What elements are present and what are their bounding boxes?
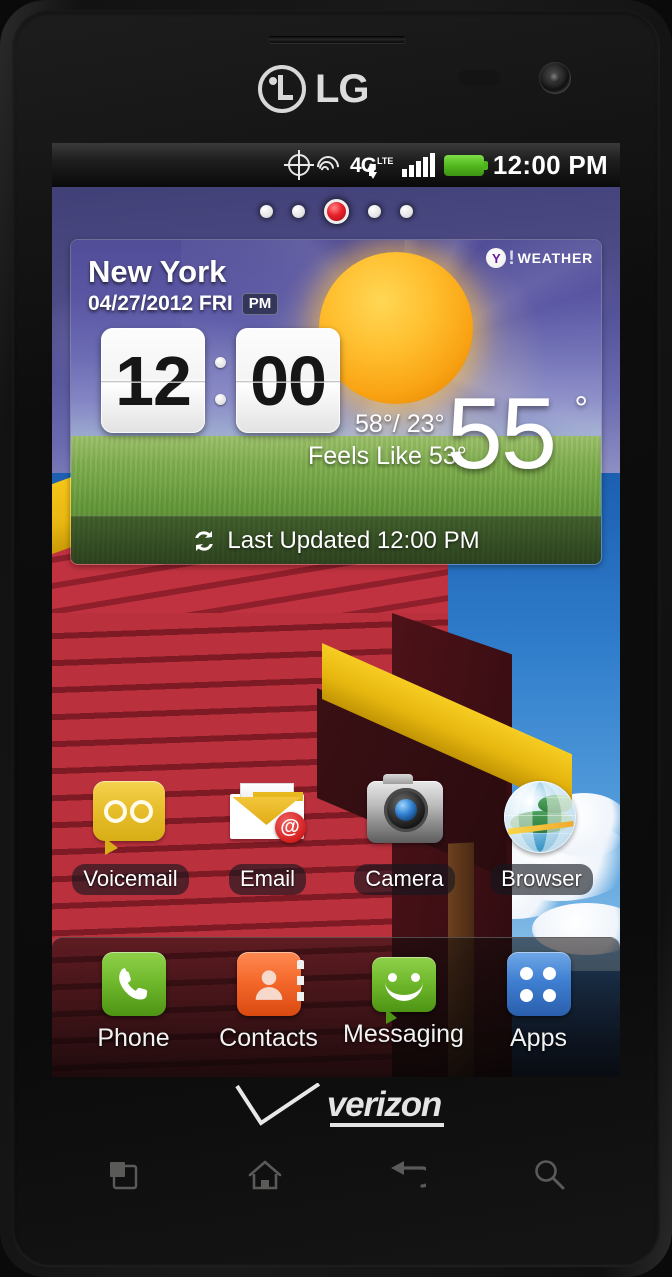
weather-last-updated-bar[interactable]: Last Updated 12:00 PM (71, 516, 601, 564)
gps-icon (284, 150, 315, 180)
lg-wordmark: LG (315, 67, 370, 111)
yahoo-logo-icon: Y (486, 248, 507, 268)
weather-feels-like: Feels Like 53° (308, 442, 467, 470)
network-4g-lte-icon: 4G LTE (350, 155, 394, 179)
weather-last-updated-text: Last Updated 12:00 PM (227, 526, 480, 554)
verizon-logo: verizon (0, 1082, 672, 1127)
network-lte-label: LTE (377, 156, 394, 167)
page-indicator[interactable] (52, 199, 620, 224)
front-camera-icon (539, 62, 571, 94)
phone-icon[interactable] (101, 952, 166, 1016)
weather-provider-badge: Y ! WEATHER (486, 248, 593, 268)
contacts-icon[interactable] (236, 952, 304, 1016)
flip-clock-minutes-value: 00 (250, 341, 327, 420)
status-bar-time: 12:00 PM (492, 149, 608, 180)
weather-date-row: 04/27/2012 FRI PM (88, 292, 279, 316)
dock-item-messaging[interactable]: Messaging (343, 956, 465, 1049)
app-voicemail[interactable]: Voicemail (72, 781, 190, 895)
page-dot-4[interactable] (367, 205, 381, 218)
camera-icon[interactable] (366, 774, 443, 857)
wifi-icon (312, 151, 344, 183)
at-symbol-icon: @ (274, 812, 306, 843)
phone-screen[interactable]: 4G LTE 12:00 PM Y ! WEATHER New York 04/… (52, 143, 620, 1077)
lg-mark-icon (258, 65, 306, 113)
app-browser[interactable]: Browser (483, 781, 601, 895)
dock-item-contacts[interactable]: Contacts (208, 952, 330, 1053)
navigation-bar (52, 1143, 620, 1207)
earpiece-speaker-icon (268, 36, 406, 43)
app-label-camera: Camera (354, 864, 455, 895)
refresh-icon[interactable] (192, 529, 216, 553)
app-grid: Voicemail @ Email Camera Browser (52, 774, 620, 895)
flip-clock-minutes[interactable]: 00 (236, 328, 340, 433)
flip-clock-hours[interactable]: 12 (101, 328, 205, 433)
page-dot-5[interactable] (399, 205, 413, 218)
lg-logo: LG (258, 64, 418, 114)
dock-item-apps[interactable]: Apps (478, 952, 600, 1053)
verizon-wordmark: verizon (326, 1085, 445, 1127)
flip-clock-colon (215, 356, 226, 405)
home-icon[interactable] (230, 1150, 300, 1200)
page-dot-2[interactable] (291, 205, 305, 218)
app-camera[interactable]: Camera (346, 774, 464, 895)
weather-city: New York (88, 254, 227, 289)
signal-bars-icon (402, 153, 435, 177)
apps-grid-icon[interactable] (506, 952, 571, 1016)
search-icon[interactable] (514, 1150, 584, 1200)
menu-icon[interactable] (88, 1150, 158, 1200)
status-bar[interactable]: 4G LTE 12:00 PM (52, 143, 620, 187)
dock-label-messaging: Messaging (343, 1019, 464, 1048)
verizon-check-icon (231, 1082, 323, 1127)
messaging-icon[interactable] (371, 956, 436, 1024)
flip-clock[interactable]: 12 00 (101, 328, 340, 433)
browser-icon[interactable] (503, 781, 580, 857)
dock-item-phone[interactable]: Phone (73, 952, 195, 1053)
email-icon[interactable]: @ (229, 781, 306, 857)
weather-provider-label: WEATHER (517, 250, 593, 266)
back-icon[interactable] (372, 1150, 442, 1200)
page-dot-1[interactable] (259, 205, 273, 218)
voicemail-icon[interactable] (92, 781, 169, 857)
weather-high-low: 58°/ 23° (355, 410, 445, 438)
app-label-voicemail: Voicemail (72, 864, 189, 895)
page-dot-3-active[interactable] (323, 199, 349, 224)
weather-widget[interactable]: Y ! WEATHER New York 04/27/2012 FRI PM 1… (70, 239, 602, 565)
dock-label-contacts: Contacts (219, 1024, 318, 1052)
weather-degree-symbol: ° (574, 390, 588, 428)
lg-eye-dot (269, 77, 277, 85)
battery-icon (443, 154, 488, 176)
app-label-email: Email (228, 864, 306, 895)
dock: Phone Contacts Messaging Apps (52, 937, 620, 1077)
weather-current-temp: 55 (446, 378, 557, 490)
yahoo-bang: ! (508, 247, 515, 269)
app-email[interactable]: @ Email (209, 781, 327, 895)
weather-date: 04/27/2012 FRI (88, 292, 233, 315)
app-label-browser: Browser (490, 864, 593, 895)
proximity-sensor-icon (458, 70, 500, 86)
dock-label-phone: Phone (97, 1024, 170, 1052)
weather-ampm-badge[interactable]: PM (241, 293, 279, 315)
flip-clock-hours-value: 12 (115, 341, 192, 420)
phone-device: LG 4G LTE 12:00 PM Y ! WEATHER New York … (0, 0, 672, 1277)
dock-label-apps: Apps (510, 1024, 567, 1052)
